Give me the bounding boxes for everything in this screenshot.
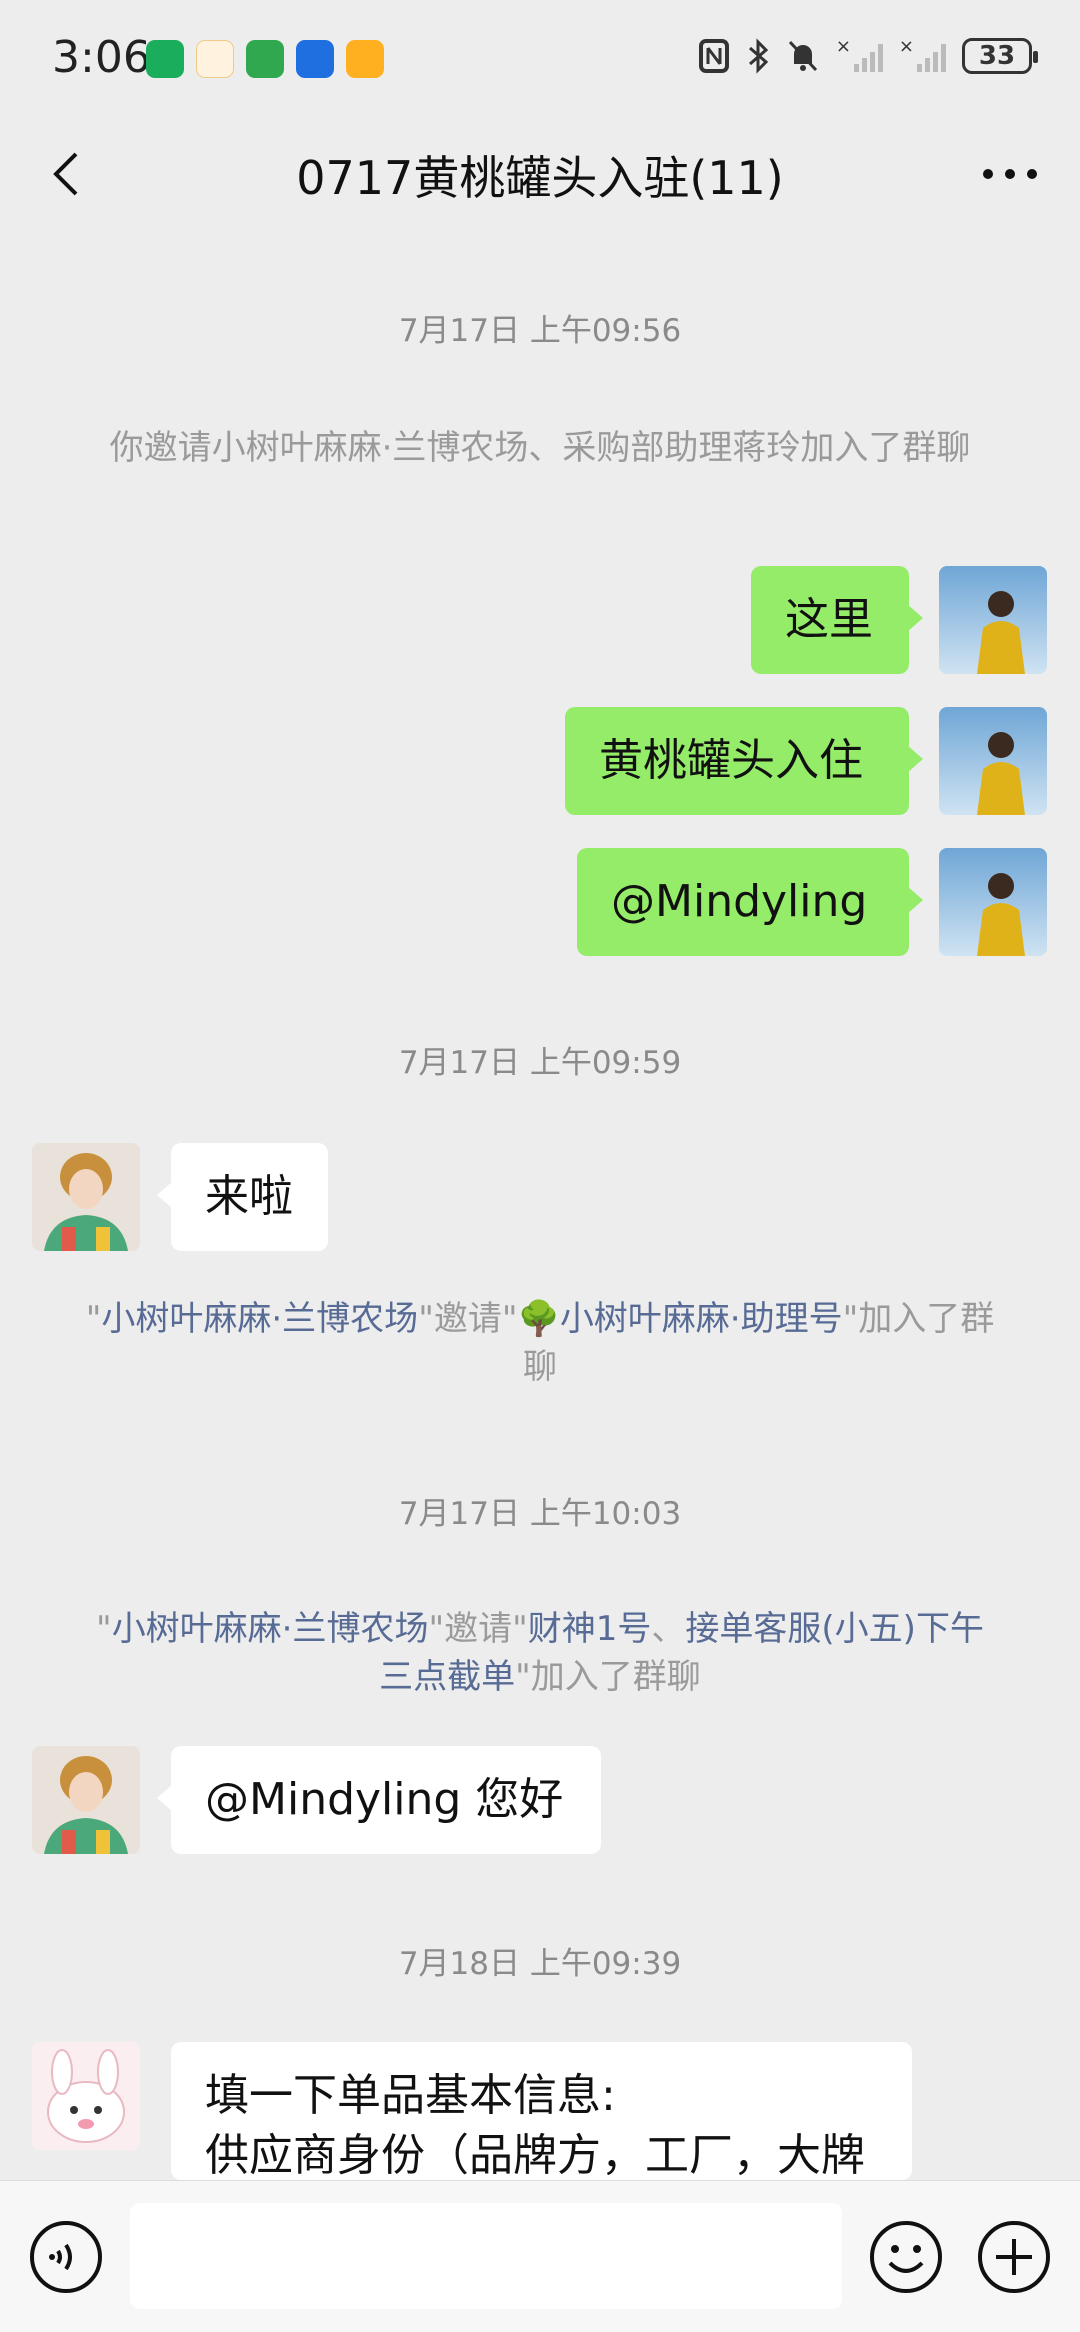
timestamp: 7月17日 上午09:56 [398, 313, 682, 349]
silent-bell-icon [788, 40, 817, 72]
system-message-invite: "小树叶麻麻·兰博农场"邀请"🌳小树叶麻麻·助理号"加入了群聊 [80, 1295, 1000, 1391]
nfc-icon [698, 39, 729, 73]
my-avatar[interactable] [939, 848, 1047, 956]
inviter-link[interactable]: 小树叶麻麻·兰博农场 [101, 1299, 418, 1339]
contact-message-bubble[interactable]: 来啦 [157, 1143, 328, 1251]
battery-icon: 33 [962, 38, 1038, 74]
chat-input-bar [0, 2180, 1080, 2332]
emoji-icon[interactable] [868, 2219, 944, 2295]
chat-title: 0717黄桃罐头入驻(11) [296, 151, 784, 205]
chat-header: 0717黄桃罐头入驻(11) [0, 120, 1080, 230]
timestamp: 7月18日 上午09:39 [398, 1946, 682, 1982]
status-icons: × × 33 [698, 38, 1038, 74]
contact-avatar[interactable] [32, 1143, 140, 1251]
separator-text: 、 [651, 1609, 686, 1649]
quote-text: " [96, 1609, 112, 1649]
invite-text: "邀请" [418, 1299, 518, 1339]
message-input[interactable] [130, 2203, 842, 2309]
voice-input-icon[interactable] [28, 2219, 104, 2295]
invitee-link[interactable]: 小树叶麻麻·助理号 [560, 1299, 843, 1339]
contact-avatar[interactable] [32, 1746, 140, 1854]
more-options-icon[interactable] [980, 154, 1040, 194]
contact-message-bubble[interactable]: 填一下单品基本信息: 供应商身份（品牌方，工厂，大牌 [171, 2042, 912, 2180]
timestamp: 7月17日 上午09:59 [398, 1045, 682, 1081]
my-message-bubble[interactable]: 黄桃罐头入住 [565, 707, 923, 815]
my-avatar[interactable] [939, 566, 1047, 674]
system-message-invite: "小树叶麻麻·兰博农场"邀请"财神1号、接单客服(小五)下午三点截单"加入了群聊 [80, 1605, 1000, 1701]
contact-avatar[interactable] [32, 2042, 140, 2150]
system-message: 你邀请小树叶麻麻·兰博农场、采购部助理蒋玲加入了群聊 [109, 428, 971, 468]
inviter-link[interactable]: 小树叶麻麻·兰博农场 [112, 1609, 429, 1649]
message-line: 供应商身份（品牌方，工厂，大牌 [205, 2130, 865, 2180]
signal-x-icon: × [899, 38, 946, 72]
status-time: 3:06 [52, 32, 151, 83]
message-line: 填一下单品基本信息: [205, 2070, 616, 2121]
signal-x-icon: × [836, 38, 883, 72]
bluetooth-icon [748, 38, 769, 74]
my-message-bubble[interactable]: 这里 [751, 566, 923, 674]
food-app-icon [196, 40, 234, 78]
plane-app-icon [296, 40, 334, 78]
duck-app-icon [346, 40, 384, 78]
contact-message-bubble[interactable]: @Mindyling 您好 [157, 1746, 601, 1854]
tree-emoji: 🌳 [517, 1299, 560, 1339]
tree-app-icon [146, 40, 184, 78]
my-message-bubble[interactable]: @Mindyling [577, 848, 923, 956]
invite-text: "邀请" [428, 1609, 528, 1649]
quote-text: " [85, 1299, 102, 1339]
my-avatar[interactable] [939, 707, 1047, 815]
status-bar: 3:06 × × 33 [0, 0, 1080, 120]
plant-app-icon [246, 40, 284, 78]
joined-text: "加入了群聊 [515, 1657, 701, 1697]
battery-level: 33 [978, 41, 1016, 71]
add-attachment-icon[interactable] [976, 2219, 1052, 2295]
timestamp: 7月17日 上午10:03 [398, 1496, 682, 1532]
invitee-link[interactable]: 财神1号 [528, 1609, 652, 1649]
notification-app-icons [146, 40, 384, 78]
